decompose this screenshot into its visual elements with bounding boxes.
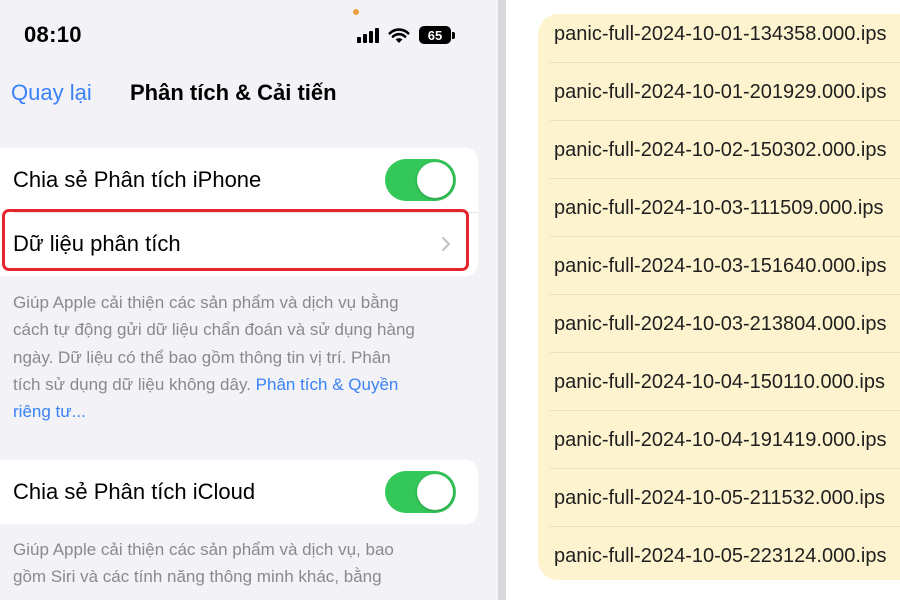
- file-item[interactable]: panic-full-2024-10-03-111509.000.ips: [554, 179, 883, 237]
- description-line: cách tự động gửi dữ liệu chẩn đoán và sử…: [13, 320, 415, 340]
- file-item[interactable]: panic-full-2024-10-02-150302.000.ips: [554, 121, 886, 179]
- toggle-knob: [417, 162, 453, 198]
- privacy-link[interactable]: Phân tích & Quyền: [256, 375, 399, 394]
- share-icloud-analytics-row: Chia sẻ Phân tích iCloud: [0, 460, 478, 524]
- file-item[interactable]: panic-full-2024-10-01-201929.000.ips: [554, 63, 886, 121]
- share-iphone-analytics-toggle[interactable]: [385, 159, 456, 201]
- battery-icon: 65: [419, 26, 451, 44]
- file-list-panel: panic-full-2024-10-01-134358.000.ips pan…: [506, 0, 900, 600]
- battery-cap: [452, 31, 455, 39]
- cellular-signal-icon: [357, 27, 379, 43]
- iphone-analytics-description: Giúp Apple cải thiện các sản phẩm và dịc…: [13, 289, 463, 425]
- description-line: Giúp Apple cải thiện các sản phẩm và dịc…: [13, 540, 394, 559]
- privacy-link-continued[interactable]: riêng tư...: [13, 402, 86, 421]
- status-icons: 65: [357, 24, 455, 46]
- status-time: 08:10: [24, 22, 82, 47]
- share-iphone-analytics-label: Chia sẻ Phân tích iPhone: [13, 167, 262, 192]
- file-item[interactable]: panic-full-2024-10-05-211532.000.ips: [554, 469, 885, 527]
- description-line: Giúp Apple cải thiện các sản phẩm và dịc…: [13, 293, 399, 312]
- file-item[interactable]: panic-full-2024-10-01-134358.000.ips: [554, 5, 886, 63]
- settings-screen: 08:10 65 Quay lại Phân tích & Cải tiến C…: [0, 0, 498, 600]
- panel-divider: [498, 0, 506, 600]
- file-item[interactable]: panic-full-2024-10-04-191419.000.ips: [554, 411, 886, 469]
- privacy-indicator-dot: [353, 9, 359, 15]
- file-item[interactable]: panic-full-2024-10-03-151640.000.ips: [554, 237, 886, 295]
- settings-group-icloud: Chia sẻ Phân tích iCloud: [0, 460, 478, 524]
- highlight-box: [2, 209, 469, 271]
- icloud-analytics-description: Giúp Apple cải thiện các sản phẩm và dịc…: [13, 536, 463, 591]
- back-button[interactable]: Quay lại: [11, 80, 92, 106]
- description-line: gồm Siri và các tính năng thông minh khá…: [13, 567, 382, 587]
- toggle-knob: [417, 474, 453, 510]
- description-line: ngày. Dữ liệu có thể bao gồm thông tin v…: [13, 347, 391, 367]
- file-item[interactable]: panic-full-2024-10-05-223124.000.ips: [554, 527, 886, 585]
- description-line: tích sử dụng dữ liệu không dây.: [13, 374, 256, 394]
- share-icloud-analytics-toggle[interactable]: [385, 471, 456, 513]
- share-iphone-analytics-row: Chia sẻ Phân tích iPhone: [0, 148, 478, 212]
- share-icloud-analytics-label: Chia sẻ Phân tích iCloud: [13, 479, 256, 504]
- file-item[interactable]: panic-full-2024-10-03-213804.000.ips: [554, 295, 886, 353]
- wifi-icon: [388, 27, 410, 43]
- page-title: Phân tích & Cải tiến: [130, 80, 337, 105]
- file-item[interactable]: panic-full-2024-10-04-150110.000.ips: [554, 353, 885, 411]
